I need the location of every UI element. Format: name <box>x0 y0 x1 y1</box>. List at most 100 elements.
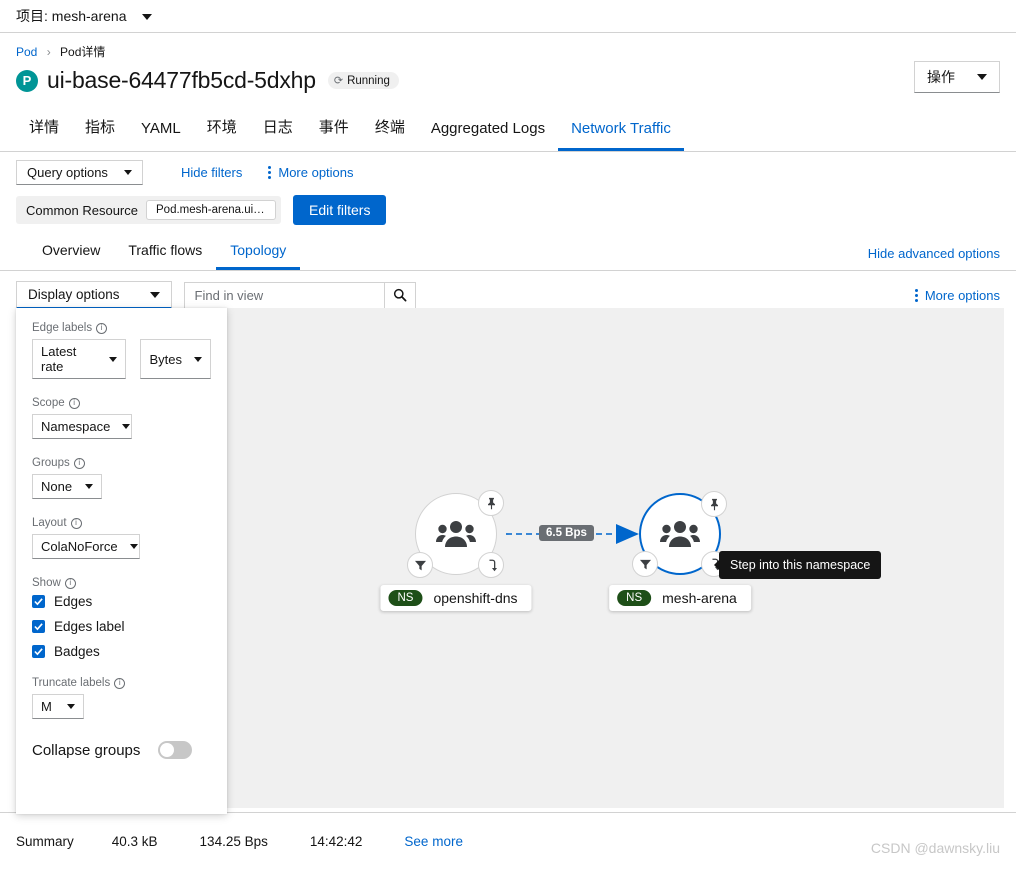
edge-label: 6.5 Bps <box>539 525 594 541</box>
badges-checkbox-label: Badges <box>54 644 100 659</box>
step-into-glyph <box>488 559 497 571</box>
sub-tabs: Overview Traffic flows Topology <box>16 235 301 270</box>
groups-label: Groups <box>32 457 70 469</box>
edges-checkbox[interactable] <box>32 595 45 608</box>
step-into-icon[interactable] <box>478 552 504 578</box>
layout-label-row: Layout i <box>32 517 211 529</box>
namespace-badge: NS <box>388 590 423 606</box>
tab-network-traffic[interactable]: Network Traffic <box>558 112 684 151</box>
pin-glyph <box>710 498 718 510</box>
collapse-groups-toggle[interactable] <box>158 741 193 759</box>
show-label: Show <box>32 577 61 589</box>
search-button[interactable] <box>383 281 416 309</box>
info-icon[interactable]: i <box>96 322 108 334</box>
pin-icon[interactable] <box>701 491 727 517</box>
layout-select[interactable]: ColaNoForce <box>32 534 140 559</box>
groups-group: Groups i None <box>32 457 211 499</box>
page-header: Pod › Pod详情 P ui-base-64477fb5cd-5dxhp ⟳… <box>0 33 1016 94</box>
scope-value: Namespace <box>41 419 111 434</box>
layout-value: ColaNoForce <box>41 539 118 554</box>
check-icon <box>34 623 43 631</box>
display-options-left: Display options <box>16 281 416 309</box>
pin-icon[interactable] <box>478 490 504 516</box>
breadcrumb-link-pod[interactable]: Pod <box>16 45 37 59</box>
title-row: P ui-base-64477fb5cd-5dxhp ⟳ Running <box>16 67 1000 94</box>
info-icon[interactable]: i <box>73 457 85 469</box>
graph-more-options-button[interactable]: More options <box>914 288 1000 303</box>
chevron-down-icon <box>109 356 118 362</box>
filter-chip[interactable]: Pod.mesh-arena.ui-base... <box>146 200 276 220</box>
tab-logs[interactable]: 日志 <box>250 108 306 151</box>
tab-yaml[interactable]: YAML <box>128 112 194 151</box>
groups-select[interactable]: None <box>32 474 102 499</box>
project-selector[interactable]: 项目: mesh-arena <box>16 6 153 26</box>
edge-labels-selects: Latest rate Bytes <box>32 339 211 379</box>
chevron-down-icon <box>122 424 131 429</box>
show-edges-label-row[interactable]: Edges label <box>32 619 211 634</box>
find-in-view <box>183 281 416 309</box>
project-bar: 项目: mesh-arena <box>0 0 1016 33</box>
edge-labels-label-row: Edge labels i <box>32 322 211 334</box>
breadcrumb: Pod › Pod详情 <box>16 43 1000 60</box>
info-icon[interactable]: i <box>68 397 80 409</box>
show-edges-row[interactable]: Edges <box>32 594 211 609</box>
chevron-down-icon <box>194 356 202 362</box>
chevron-down-icon <box>142 14 153 21</box>
tab-terminal[interactable]: 终端 <box>362 108 418 151</box>
edge-labels-group: Edge labels i Latest rate Bytes <box>32 322 211 379</box>
display-options-panel: Edge labels i Latest rate Bytes Scope i <box>16 308 227 814</box>
edge-label-metric-select[interactable]: Latest rate <box>32 339 127 379</box>
edge-label-metric-value: Latest rate <box>41 344 77 374</box>
sync-icon: ⟳ <box>333 75 344 87</box>
filter-icon[interactable] <box>632 551 658 577</box>
topology-node-mesh-arena[interactable]: NS mesh-arena <box>609 491 751 611</box>
page-title: ui-base-64477fb5cd-5dxhp <box>47 67 316 93</box>
filter-icon[interactable] <box>407 552 433 578</box>
info-icon[interactable]: i <box>114 677 126 689</box>
edges-label-checkbox[interactable] <box>32 620 45 633</box>
topology-node-openshift-dns[interactable]: NS openshift-dns <box>380 490 532 611</box>
summary-bytes: 40.3 kB <box>111 834 158 849</box>
display-options-button[interactable]: Display options <box>16 281 172 309</box>
query-options-select[interactable]: Query options <box>16 160 143 185</box>
sub-tabs-wrapper: Overview Traffic flows Topology Hide adv… <box>0 235 1016 271</box>
badges-checkbox[interactable] <box>32 645 45 658</box>
tab-environment[interactable]: 环境 <box>194 108 250 151</box>
subtab-topology[interactable]: Topology <box>216 235 301 270</box>
magnifier-icon <box>393 288 407 302</box>
query-options-label: Query options <box>27 165 108 180</box>
tab-events[interactable]: 事件 <box>306 108 362 151</box>
search-input[interactable] <box>183 281 384 309</box>
edge-label-unit-select[interactable]: Bytes <box>140 339 211 379</box>
subtab-overview[interactable]: Overview <box>28 235 114 270</box>
watermark: CSDN @dawnsky.liu <box>870 840 1000 856</box>
truncate-group: Truncate labels i M <box>32 677 211 719</box>
subtab-traffic-flows[interactable]: Traffic flows <box>114 235 216 270</box>
scope-label: Scope <box>32 397 65 409</box>
see-more-link[interactable]: See more <box>404 834 463 849</box>
group-icon <box>436 521 476 547</box>
actions-button[interactable]: 操作 <box>914 61 1000 93</box>
filter-group-label: Common Resource <box>26 202 138 218</box>
chevron-down-icon <box>129 544 138 549</box>
edit-filters-button[interactable]: Edit filters <box>293 195 387 225</box>
truncate-select[interactable]: M <box>32 694 84 719</box>
tab-details[interactable]: 详情 <box>16 108 72 151</box>
tab-metrics[interactable]: 指标 <box>72 108 128 151</box>
page-root: 项目: mesh-arena Pod › Pod详情 P ui-base-644… <box>0 0 1016 870</box>
summary-label: Summary <box>16 834 74 849</box>
check-icon <box>34 598 43 606</box>
breadcrumb-current: Pod详情 <box>60 45 106 59</box>
scope-select[interactable]: Namespace <box>32 414 132 439</box>
node-circle[interactable] <box>632 491 727 577</box>
node-circle[interactable] <box>407 490 504 578</box>
info-icon[interactable]: i <box>64 577 76 589</box>
info-icon[interactable]: i <box>70 517 82 529</box>
hide-filters-link[interactable]: Hide filters <box>181 165 242 180</box>
tab-aggregated-logs[interactable]: Aggregated Logs <box>418 112 558 151</box>
show-badges-row[interactable]: Badges <box>32 644 211 659</box>
more-options-button[interactable]: More options <box>268 165 354 180</box>
scope-group: Scope i Namespace <box>32 397 211 439</box>
filter-glyph <box>639 559 651 569</box>
hide-advanced-options-link[interactable]: Hide advanced options <box>868 246 1000 270</box>
